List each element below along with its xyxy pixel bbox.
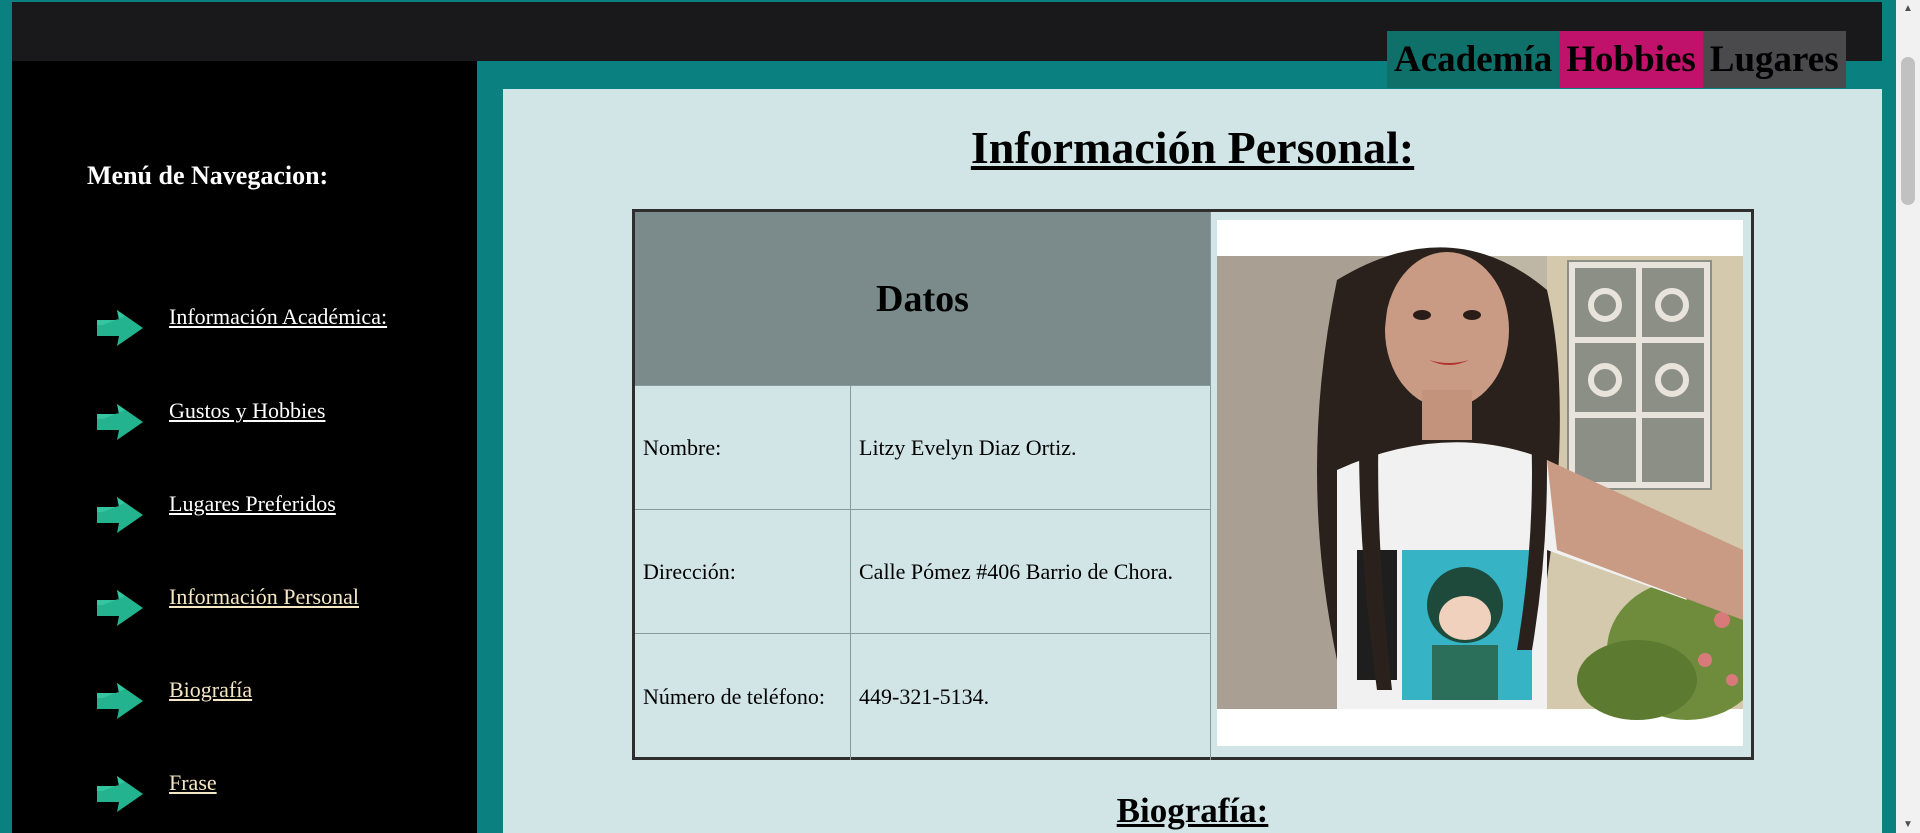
nav-item-informacion-personal[interactable]: Información Personal <box>95 583 399 629</box>
section-title-biografia: Biografía: <box>1116 791 1269 830</box>
arrow-right-icon <box>97 310 143 346</box>
scroll-down-button[interactable]: ▼ <box>1896 816 1920 833</box>
nav-link-informacion-personal[interactable]: Información Personal <box>169 583 399 610</box>
sidebar: Menú de Navegacion: Información Académic… <box>12 61 477 833</box>
table-header-datos: Datos <box>635 212 1210 385</box>
tab-academia[interactable]: Academía <box>1387 31 1560 88</box>
value-telefono: 449-321-5134. <box>859 684 990 709</box>
label-nombre: Nombre: <box>643 434 722 460</box>
arrow-right-icon <box>97 683 143 719</box>
nav-item-informacion-academica[interactable]: Información Académica: <box>95 303 399 349</box>
main-content: Información Personal: Datos Nombre: Litz… <box>503 89 1882 833</box>
nav-item-lugares-preferidos[interactable]: Lugares Preferidos <box>95 490 399 536</box>
label-telefono: Número de teléfono: <box>643 684 826 709</box>
label-direccion: Dirección: <box>643 558 736 584</box>
arrow-right-icon <box>97 590 143 626</box>
tab-hobbies[interactable]: Hobbies <box>1559 31 1703 88</box>
table-divider <box>1210 212 1211 760</box>
profile-photo-image <box>1217 220 1767 746</box>
nav-link-gustos-hobbies[interactable]: Gustos y Hobbies <box>169 397 399 424</box>
arrow-right-icon <box>97 776 143 812</box>
profile-photo <box>1217 220 1767 746</box>
nav-link-informacion-academica[interactable]: Información Académica: <box>169 303 399 330</box>
value-nombre: Litzy Evelyn Diaz Ortiz. <box>859 434 1077 460</box>
vertical-scrollbar[interactable]: ▲ ▼ <box>1896 0 1920 833</box>
nav-item-biografia[interactable]: Biografía <box>95 676 399 722</box>
arrow-right-icon <box>97 497 143 533</box>
value-direccion: Calle Pómez #406 Barrio de Chora. <box>859 558 1174 584</box>
page-title: Información Personal: <box>970 122 1415 173</box>
top-tabs: Academía Hobbies Lugares <box>1387 31 1846 88</box>
scroll-up-button[interactable]: ▲ <box>1896 0 1920 17</box>
nav-item-gustos-hobbies[interactable]: Gustos y Hobbies <box>95 397 399 443</box>
nav-link-frase[interactable]: Frase <box>169 769 399 796</box>
personal-info-table: Datos Nombre: Litzy Evelyn Diaz Ortiz. D… <box>632 209 1767 760</box>
arrow-right-icon <box>97 404 143 440</box>
nav-link-lugares-preferidos[interactable]: Lugares Preferidos <box>169 490 399 517</box>
sidebar-title: Menú de Navegacion: <box>87 161 329 190</box>
tab-lugares[interactable]: Lugares <box>1702 31 1846 88</box>
nav-item-frase[interactable]: Frase <box>95 769 399 815</box>
scroll-thumb[interactable] <box>1901 57 1915 205</box>
nav-link-biografia[interactable]: Biografía <box>169 676 399 703</box>
